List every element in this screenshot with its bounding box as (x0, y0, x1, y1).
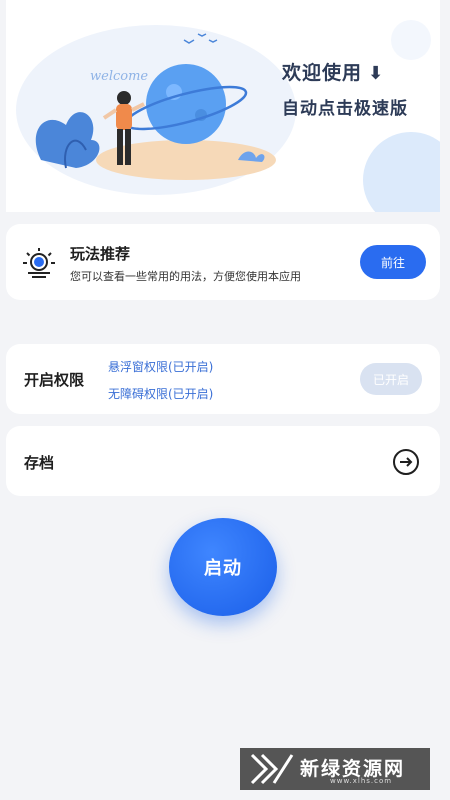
arrow-down-icon: ⬇ (368, 63, 385, 84)
floating-window-permission: 悬浮窗权限(已开启) (108, 360, 214, 374)
permissions-title: 开启权限 (24, 371, 85, 389)
permissions-card: 开启权限 悬浮窗权限(已开启) 无障碍权限(已开启) 已开启 (6, 344, 440, 414)
watermark: 新绿资源网 www.xlhs.com (240, 748, 430, 790)
tips-description: 您可以查看一些常用的用法，方便您使用本应用 (70, 270, 301, 283)
app-subtitle: 自动点击极速版 (282, 99, 408, 119)
arrow-right-circle-icon[interactable] (392, 448, 420, 476)
tips-title: 玩法推荐 (70, 245, 131, 263)
welcome-script-text: welcome (90, 69, 148, 84)
go-button[interactable]: 前往 (360, 245, 426, 279)
sunrise-icon (23, 248, 55, 278)
watermark-logo-icon (250, 753, 294, 785)
tips-card: 玩法推荐 您可以查看一些常用的用法，方便您使用本应用 前往 (6, 224, 440, 300)
permissions-enabled-button[interactable]: 已开启 (360, 363, 422, 395)
archive-title: 存档 (24, 454, 55, 472)
welcome-banner: welcome 欢迎使用 ⬇ 自动点击极速版 (6, 0, 440, 212)
welcome-heading: 欢迎使用 ⬇ (282, 58, 384, 85)
start-button[interactable]: 启动 (169, 518, 277, 616)
welcome-label: 欢迎使用 (282, 62, 363, 84)
app-screen: welcome 欢迎使用 ⬇ 自动点击极速版 玩法推荐 您可以查看一些常用的用法，… (0, 0, 450, 800)
accessibility-permission: 无障碍权限(已开启) (108, 387, 214, 401)
archive-card[interactable]: 存档 (6, 426, 440, 496)
watermark-url: www.xlhs.com (330, 777, 393, 785)
